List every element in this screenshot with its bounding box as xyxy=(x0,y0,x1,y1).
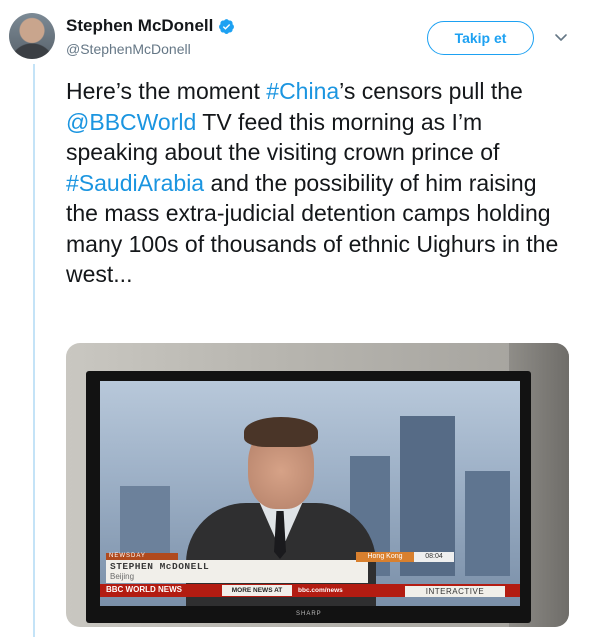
presenter-hair xyxy=(244,417,318,447)
author-handle[interactable]: @StephenMcDonell xyxy=(66,41,191,57)
tv-set: NEWSDAY STEPHEN McDONELL Beijing Hong Ko… xyxy=(86,371,531,623)
clock: 08:04 xyxy=(414,552,454,562)
program-strap: NEWSDAY xyxy=(106,553,178,560)
ticker-bar: BBC WORLD NEWS MORE NEWS AT bbc.com/news… xyxy=(100,584,520,597)
tv-brand-logo: SHARP xyxy=(296,611,322,617)
thread-line xyxy=(33,64,35,637)
tv-screen: NEWSDAY STEPHEN McDONELL Beijing Hong Ko… xyxy=(100,381,520,606)
follow-button[interactable]: Takip et xyxy=(427,21,534,55)
chevron-down-icon[interactable] xyxy=(551,29,571,47)
caption-location: Beijing xyxy=(110,572,135,581)
news-lower-third: NEWSDAY STEPHEN McDONELL Beijing Hong Ko… xyxy=(100,549,520,606)
verified-badge-icon xyxy=(219,18,235,34)
news-url: bbc.com/news xyxy=(294,585,404,596)
more-news-label: MORE NEWS AT xyxy=(222,585,292,596)
channel-logo: BBC WORLD NEWS xyxy=(106,585,182,594)
mention-link-bbcworld[interactable]: @BBCWorld xyxy=(66,109,196,135)
tweet-text-segment: Here’s the moment xyxy=(66,78,267,104)
tweet-text-segment: ’s censors pull the xyxy=(339,78,523,104)
tweet-media-video[interactable]: NEWSDAY STEPHEN McDONELL Beijing Hong Ko… xyxy=(66,343,569,627)
hashtag-link-china[interactable]: #China xyxy=(266,78,339,104)
caption-box: STEPHEN McDONELL Beijing xyxy=(106,560,368,583)
interactive-label: INTERACTIVE xyxy=(405,586,505,597)
location-tag: Hong Kong xyxy=(356,552,414,562)
caption-name: STEPHEN McDONELL xyxy=(110,561,210,572)
avatar[interactable] xyxy=(9,13,55,59)
hashtag-link-saudiarabia[interactable]: #SaudiArabia xyxy=(66,170,204,196)
author-name[interactable]: Stephen McDonell xyxy=(66,16,213,36)
author-name-row: Stephen McDonell xyxy=(66,16,235,36)
tweet-text: Here’s the moment #China’s censors pull … xyxy=(66,76,566,290)
